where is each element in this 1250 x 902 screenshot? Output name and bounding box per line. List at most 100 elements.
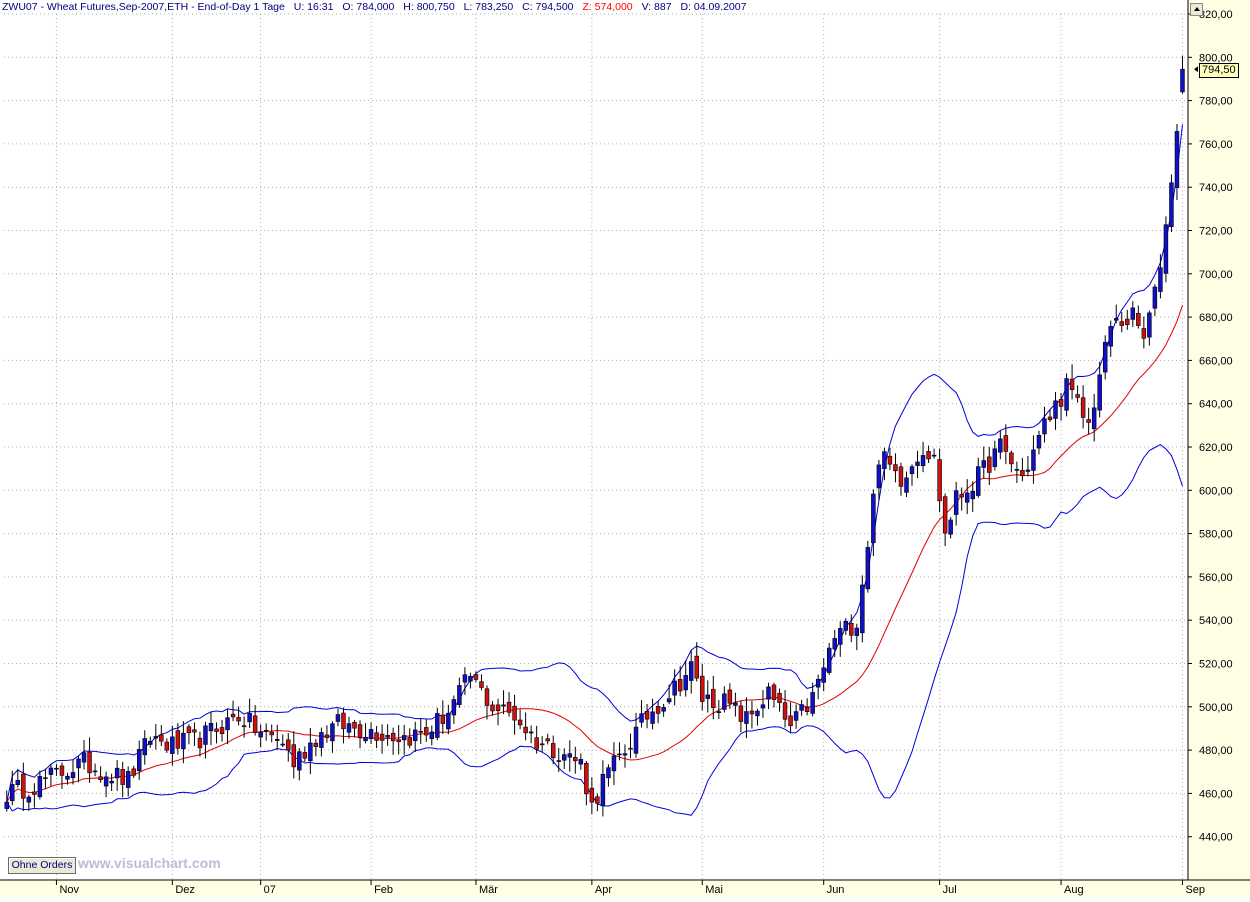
candle-body-up <box>578 759 584 765</box>
candle-body-up <box>48 767 54 775</box>
candle <box>865 540 871 593</box>
y-tick-label: 680,00 <box>1199 312 1233 324</box>
candle-body-up <box>1097 374 1102 411</box>
candle-body-up <box>412 729 418 742</box>
candle-body-up <box>871 493 876 544</box>
candle-body-up <box>335 714 341 722</box>
high-label: H: 800,750 <box>403 1 455 13</box>
candle-body-down <box>87 751 92 774</box>
candle-body-up <box>838 628 843 645</box>
candle-body-up <box>882 451 887 469</box>
candle-body-up <box>26 796 32 803</box>
candle-body-down <box>1136 313 1141 326</box>
candle-body-down <box>711 688 716 708</box>
candle-body-up <box>1031 449 1036 471</box>
candle-body-down <box>573 757 578 762</box>
candle-body-up <box>799 704 804 711</box>
candle-body-down <box>694 655 699 679</box>
y-tick-label: 700,00 <box>1199 269 1233 281</box>
candle-body-up <box>43 777 48 780</box>
candle-body-down <box>175 730 181 749</box>
x-tick-label: Mär <box>479 884 498 896</box>
candle-body-down <box>1003 435 1009 452</box>
candle-body-down <box>898 466 904 487</box>
candle-body-up <box>153 736 159 739</box>
candle-body-up <box>1091 407 1097 430</box>
candle-body-down <box>782 702 788 720</box>
candle-body-up <box>600 773 606 807</box>
candle-body-up <box>705 694 711 699</box>
candle-body-down <box>197 737 203 749</box>
candle-body-down <box>490 704 495 712</box>
candle-body-down <box>291 744 297 768</box>
candle-body-up <box>606 767 611 779</box>
candle-body-up <box>4 801 9 809</box>
candle-body-up <box>976 466 981 496</box>
candle-body-up <box>1014 468 1020 471</box>
symbol-label: ZWU07 - Wheat Futures,Sep-2007,ETH - End… <box>2 1 285 13</box>
candle-body-down <box>738 705 744 722</box>
candle-body-up <box>1169 182 1174 227</box>
candle-body-up <box>744 711 749 724</box>
x-axis: Nov Dez 07 Feb Mär Apr Mai Jun Jul Aug Sep <box>0 879 1250 897</box>
candle-body-down <box>1141 328 1147 339</box>
candle-body-down <box>987 456 992 473</box>
y-tick-label: 820,00 <box>1199 9 1233 21</box>
candle-body-down <box>390 732 396 742</box>
candle-body-down <box>1020 470 1025 477</box>
candle-body-down <box>506 701 512 713</box>
candle-body-down <box>98 776 103 780</box>
candle-body-up <box>170 736 175 754</box>
candle-body-up <box>931 454 937 457</box>
candle <box>1169 174 1174 233</box>
candle-body-up <box>865 547 871 590</box>
candle-body-down <box>677 679 683 692</box>
candle-body-up <box>876 464 882 489</box>
candle-body-up <box>722 693 727 710</box>
x-tick-label: 07 <box>264 884 276 896</box>
orders-toggle-button[interactable]: Ohne Orders <box>8 857 76 874</box>
candle-body-down <box>495 704 501 711</box>
candle-body-up <box>1130 307 1136 320</box>
candle-body-down <box>396 739 401 743</box>
candle-body-down <box>219 727 225 735</box>
candle-body-down <box>313 742 319 747</box>
candle-body-up <box>998 438 1003 453</box>
candle-body-down <box>241 725 247 728</box>
candle-body-up <box>203 725 208 745</box>
candle-body-up <box>843 620 849 631</box>
candle-body-up <box>1025 469 1031 472</box>
candle-body-down <box>479 681 484 688</box>
candle-body-up <box>1102 341 1108 373</box>
candle-body-up <box>181 732 186 750</box>
candle-body-up <box>815 678 821 688</box>
price-chart[interactable]: 440,00 460,00 480,00 500,00 520,00 540,00 560,… <box>0 0 1250 897</box>
candle-body-up <box>562 754 567 761</box>
candle-body-up <box>611 755 617 772</box>
candle-body-up <box>274 739 280 741</box>
candle-body-down <box>59 765 65 776</box>
candle-body-up <box>70 772 76 779</box>
candle-body-down <box>926 451 931 460</box>
y-tick-label: 620,00 <box>1199 442 1233 454</box>
candle-body-up <box>567 753 573 758</box>
candle-body-up <box>15 779 21 785</box>
candle-body-up <box>716 711 722 713</box>
candle-body-down <box>131 768 136 776</box>
candle-body-down <box>159 734 164 742</box>
y-tick-label: 720,00 <box>1199 226 1233 238</box>
candle-body-up <box>915 461 920 466</box>
candle-body-up <box>755 710 760 717</box>
candle-body-up <box>319 732 324 748</box>
candle-body-up <box>904 477 909 493</box>
candle-body-down <box>214 728 219 732</box>
candle-body-down <box>777 693 782 703</box>
candle-body-up <box>54 767 59 770</box>
info-bar: ZWU07 - Wheat Futures,Sep-2007,ETH - End… <box>2 1 752 13</box>
x-tick-label: Sep <box>1185 884 1205 896</box>
date-label: D: 04.09.2007 <box>680 1 747 13</box>
candle-body-up <box>832 638 837 650</box>
candle-body-down <box>804 706 810 712</box>
candle-body-up <box>1064 378 1069 411</box>
scroll-up-icon[interactable] <box>1190 3 1203 16</box>
